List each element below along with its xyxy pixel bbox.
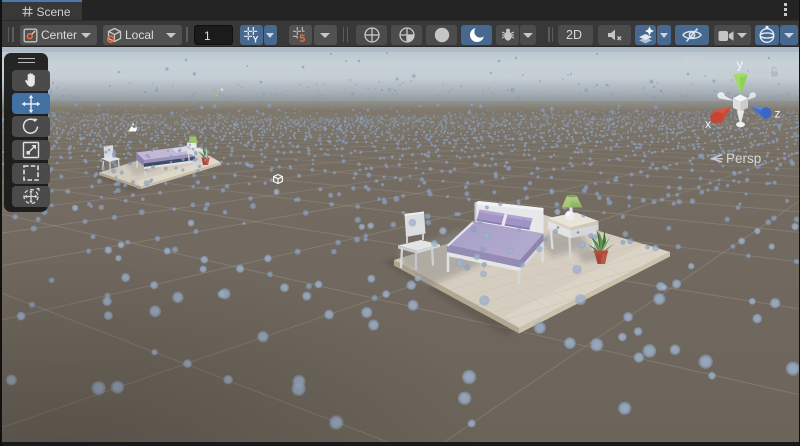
svg-text:x: x	[705, 117, 711, 131]
svg-text:y: y	[737, 57, 744, 72]
svg-text:Y: Y	[252, 35, 258, 44]
svg-text:z: z	[775, 107, 781, 121]
svg-text:5: 5	[299, 33, 305, 43]
svg-text:Persp: Persp	[726, 151, 761, 166]
